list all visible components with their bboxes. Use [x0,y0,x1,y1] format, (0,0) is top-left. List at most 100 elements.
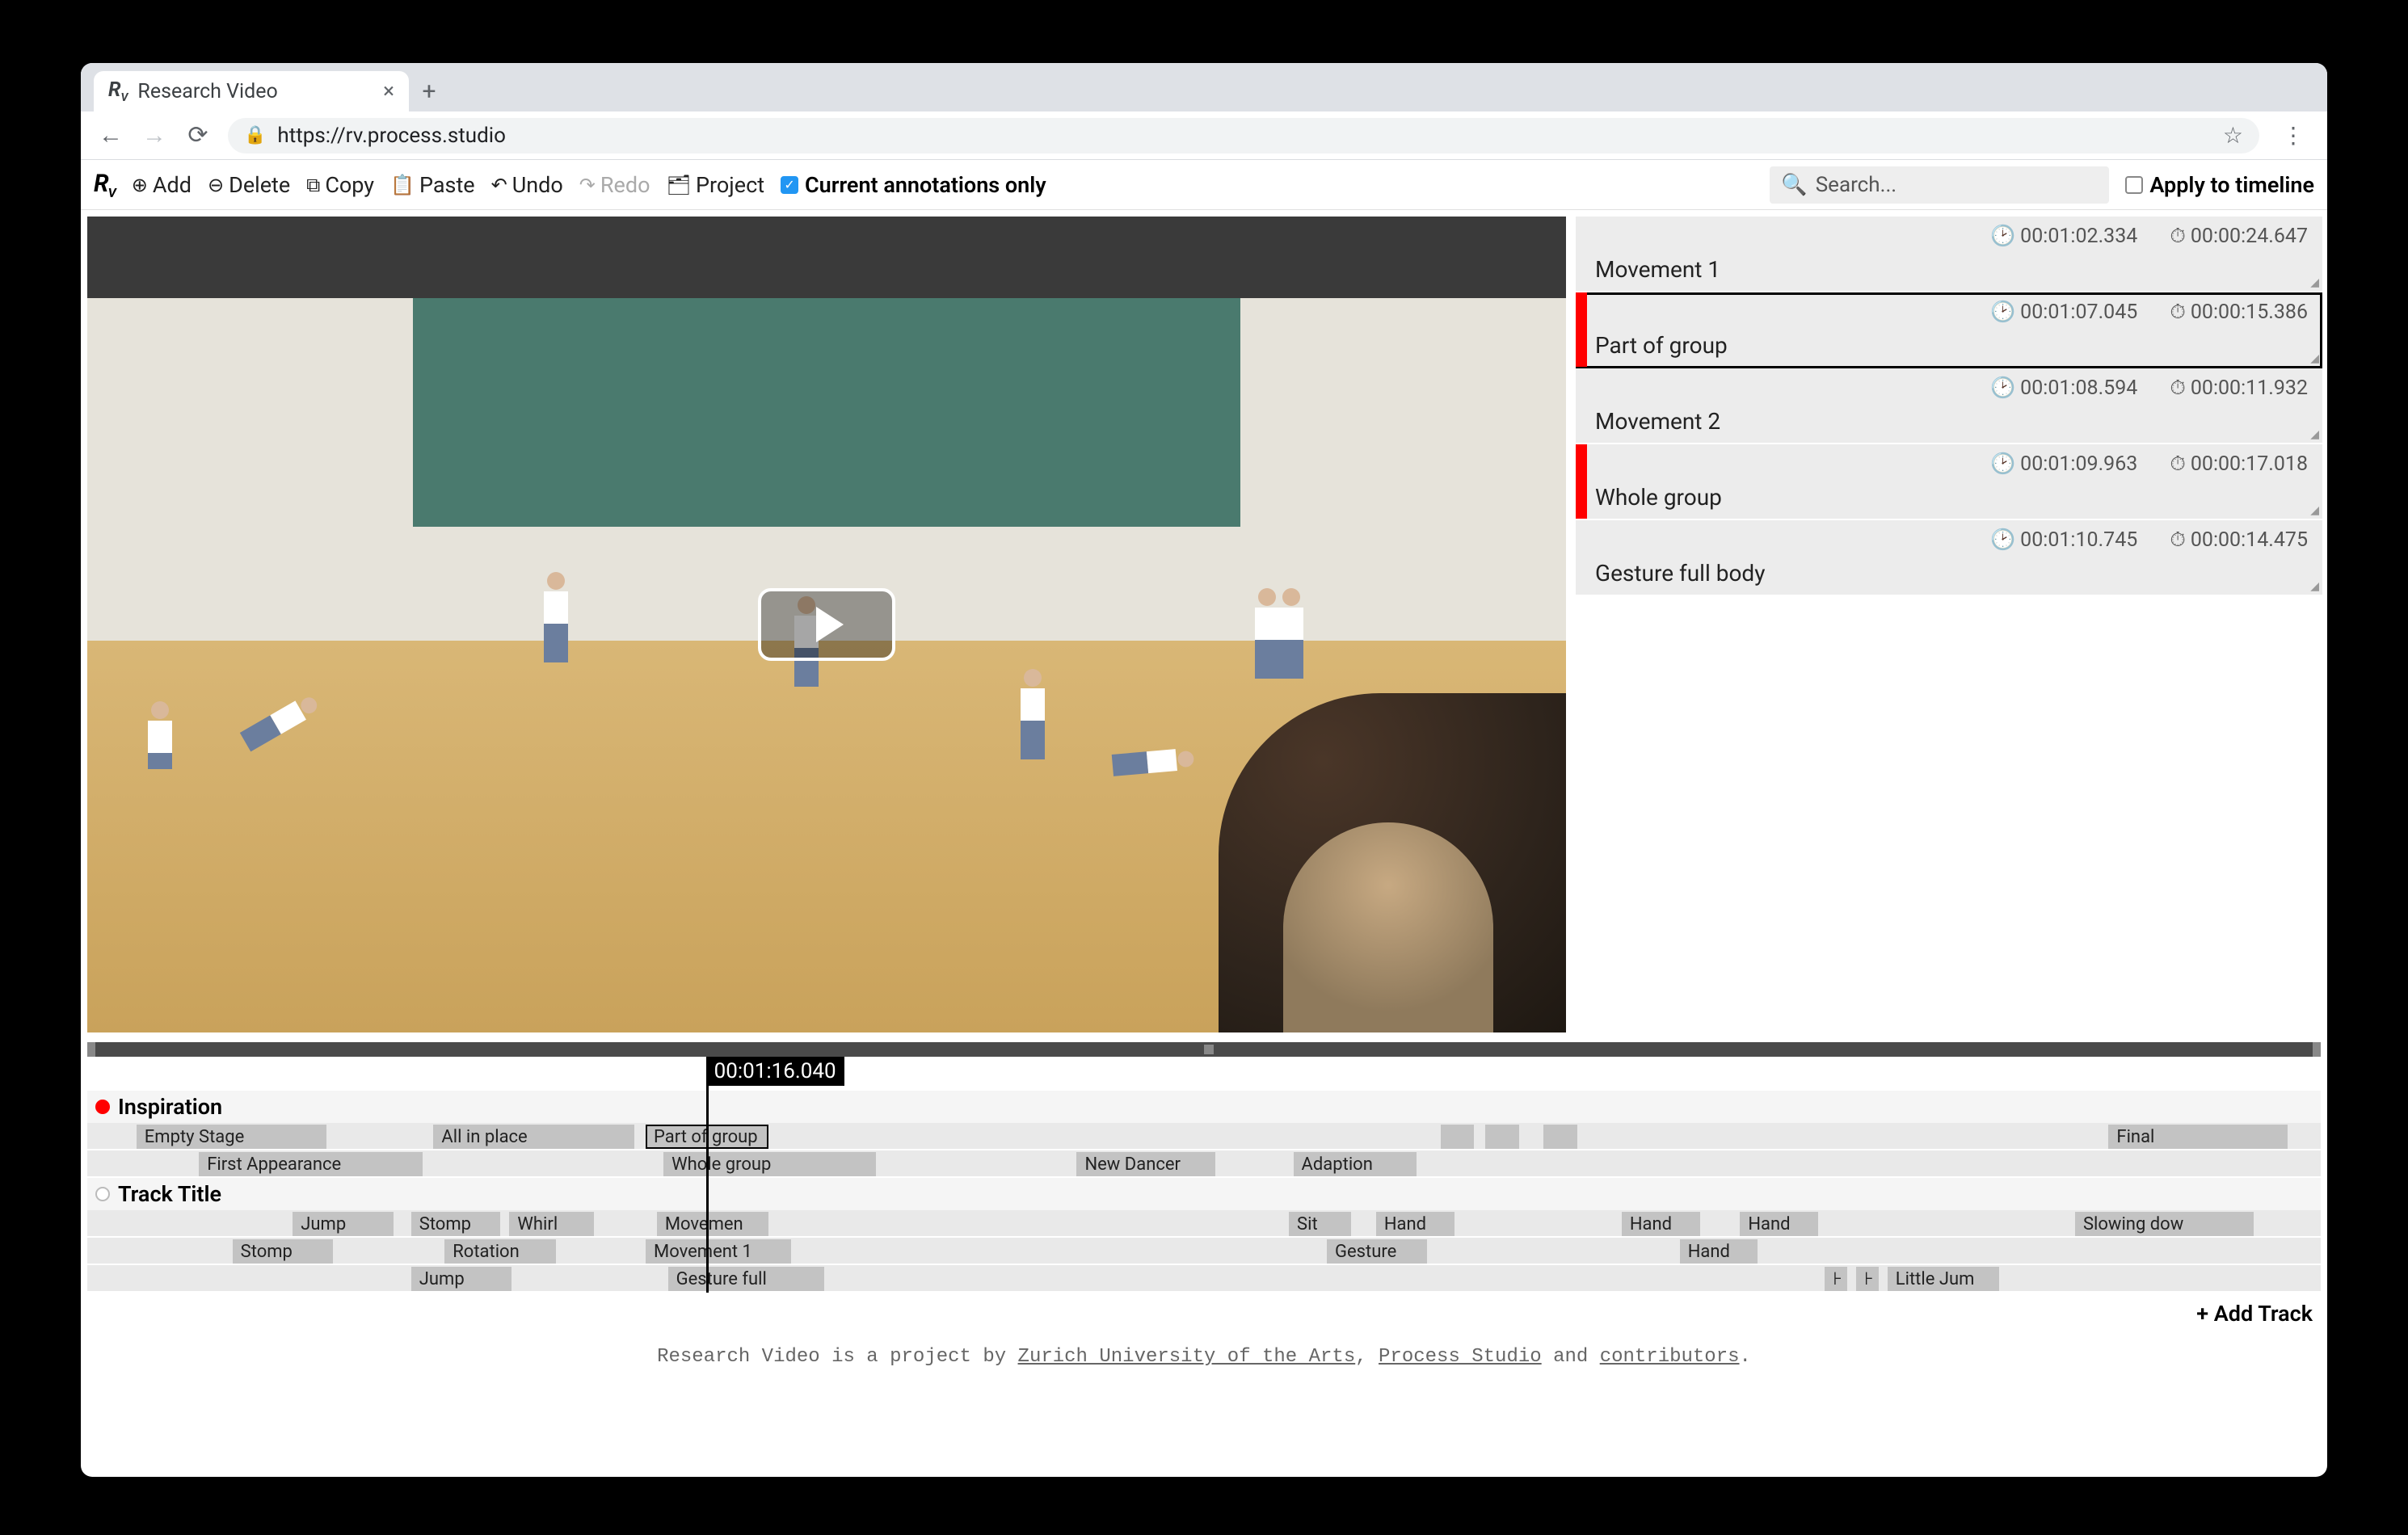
timeline-lane[interactable]: Stomp Rotation Movement 1 Gesture Hand [87,1238,2321,1265]
url-bar: ← → ⟳ 🔒 https://rv.process.studio ☆ ⋮ [81,111,2327,160]
annotation-row[interactable]: 🕑00:01:10.745⏱00:00:14.475Gesture full b… [1576,520,2322,596]
annotation-duration: ⏱00:00:14.475 [2170,528,2308,552]
timeline-clip[interactable]: Hand [1740,1212,1818,1236]
track-header[interactable]: Inspiration [87,1091,2321,1123]
clock-icon: 🕑 [1990,452,2015,476]
timeline-clip[interactable] [1543,1125,1577,1149]
timeline-clip[interactable]: Movement 1 [646,1239,791,1264]
timeline-clip[interactable]: Hand [1376,1212,1454,1236]
annotation-duration: ⏱00:00:11.932 [2170,376,2308,400]
clock-icon: 🕑 [1990,301,2015,324]
annotation-duration: ⏱00:00:24.647 [2170,225,2308,248]
scrubber-right-handle[interactable] [2313,1042,2321,1057]
annotation-list: 🕑00:01:02.334⏱00:00:24.647Movement 1◢ 🕑00… [1576,217,2322,1032]
stopwatch-icon: ⏱ [2170,452,2186,476]
paste-button[interactable]: 📋Paste [390,172,475,198]
close-icon[interactable]: × [383,79,394,103]
annotation-color-bar [1576,368,1587,443]
stopwatch-icon: ⏱ [2170,301,2186,324]
video-player[interactable] [87,217,1566,1032]
footer: Research Video is a project by Zurich Un… [81,1335,2327,1374]
add-button[interactable]: ⊕Add [132,172,192,198]
apply-timeline-checkbox[interactable]: Apply to timeline [2125,172,2314,198]
scrubber-left-handle[interactable] [87,1042,95,1057]
timeline-clip[interactable]: New Dancer [1076,1152,1215,1176]
timeline-lane[interactable]: First Appearance Whole group New Dancer Ada… [87,1150,2321,1178]
reload-icon[interactable]: ⟳ [184,121,212,149]
annotation-row[interactable]: 🕑00:01:07.045⏱00:00:15.386Part of group◢ [1576,292,2322,368]
timeline-clip[interactable]: Whole group [663,1152,876,1176]
timeline-clip[interactable]: Sit [1289,1212,1351,1236]
timeline-clip[interactable]: Slowing dow [2075,1212,2254,1236]
timecode-row: 00:01:16.040 [87,1057,2321,1091]
delete-button[interactable]: ⊖Delete [208,172,290,198]
timeline-clip[interactable]: Rotation [444,1239,556,1264]
timeline-clip[interactable]: Jump [293,1212,393,1236]
resize-handle-icon[interactable]: ◢ [2310,580,2319,593]
timeline-clip[interactable]: Hand [1680,1239,1758,1264]
annotation-start: 🕑00:01:09.963 [1990,452,2137,476]
timeline-lane[interactable]: Jump Gesture full ⊦ ⊦ Little Jum [87,1265,2321,1293]
forward-icon[interactable]: → [141,121,168,149]
undo-button[interactable]: ↶Undo [491,172,563,198]
timeline-clip[interactable]: All in place [433,1125,634,1149]
play-icon [816,607,844,642]
resize-handle-icon[interactable]: ◢ [2310,352,2319,365]
timeline-clip[interactable]: ⊦ [1856,1267,1879,1291]
browser-window: RV Research Video × + ← → ⟳ 🔒 https://rv… [81,63,2327,1477]
browser-menu-icon[interactable]: ⋮ [2275,122,2311,149]
resize-handle-icon[interactable]: ◢ [2310,504,2319,517]
timeline-clip[interactable]: Jump [411,1267,511,1291]
timeline-clip[interactable]: Gesture full [668,1267,824,1291]
project-button[interactable]: 🗂Project [667,172,765,198]
timeline-clip[interactable]: ⊦ [1825,1267,1847,1291]
resize-handle-icon[interactable]: ◢ [2310,276,2319,289]
scrubber-handle[interactable] [1204,1045,1214,1054]
search-placeholder: Search... [1816,173,1897,197]
search-input[interactable]: 🔍 Search... [1770,166,2109,204]
tab-research-video[interactable]: RV Research Video × [94,71,409,111]
timeline-clip[interactable]: Movemen [657,1212,768,1236]
undo-icon: ↶ [491,174,507,196]
checkbox-icon [2125,176,2143,194]
footer-link-contributors[interactable]: contributors [1600,1346,1740,1368]
annotation-row[interactable]: 🕑00:01:08.594⏱00:00:11.932Movement 2◢ [1576,368,2322,444]
redo-button[interactable]: ↷Redo [579,172,650,198]
timeline-clip[interactable] [1485,1125,1518,1149]
footer-link-zhdk[interactable]: Zurich University of the Arts [1018,1346,1356,1368]
timeline-clip[interactable]: Gesture [1327,1239,1427,1264]
timeline-clip[interactable]: Stomp [411,1212,501,1236]
annotation-row[interactable]: 🕑00:01:02.334⏱00:00:24.647Movement 1◢ [1576,217,2322,292]
annotation-start: 🕑00:01:10.745 [1990,528,2137,552]
annotation-row[interactable]: 🕑00:01:09.963⏱00:00:17.018Whole group◢ [1576,444,2322,520]
timeline-lane[interactable]: Empty StageAll in placePart of groupFina… [87,1123,2321,1150]
annotation-start: 🕑00:01:07.045 [1990,301,2137,324]
timeline-clip[interactable]: Whirl [509,1212,594,1236]
timeline-lane[interactable]: Jump Stomp Whirl Movemen Sit Hand Hand Hand Slow… [87,1210,2321,1238]
back-icon[interactable]: ← [97,121,124,149]
resize-handle-icon[interactable]: ◢ [2310,428,2319,441]
annotation-start: 🕑00:01:08.594 [1990,376,2137,400]
app-logo: RV [94,170,116,200]
address-bar[interactable]: 🔒 https://rv.process.studio ☆ [228,118,2259,154]
timeline-clip[interactable]: First Appearance [199,1152,422,1176]
timeline-clip[interactable]: Stomp [233,1239,333,1264]
timeline-clip[interactable] [1441,1125,1474,1149]
bookmark-star-icon[interactable]: ☆ [2223,122,2243,149]
timeline-scrubber[interactable] [87,1042,2321,1057]
timeline-clip[interactable]: Final [2108,1125,2287,1149]
timeline-clip[interactable]: Hand [1622,1212,1700,1236]
footer-link-process-studio[interactable]: Process Studio [1379,1346,1542,1368]
current-annotations-checkbox[interactable]: ✓ Current annotations only [781,172,1046,198]
timeline-clip[interactable]: Little Jum [1888,1267,1999,1291]
playhead-line[interactable] [706,1091,709,1293]
timeline-clip[interactable]: Empty Stage [137,1125,326,1149]
track-color-dot [95,1100,110,1114]
new-tab-button[interactable]: + [409,71,449,111]
track-header[interactable]: Track Title [87,1178,2321,1210]
timeline-clip[interactable]: Adaption [1294,1152,1417,1176]
add-track-button[interactable]: + Add Track [81,1293,2327,1335]
playhead-timecode: 00:01:16.040 [706,1057,844,1086]
copy-button[interactable]: ⧉Copy [306,172,374,198]
play-button[interactable] [758,588,895,661]
